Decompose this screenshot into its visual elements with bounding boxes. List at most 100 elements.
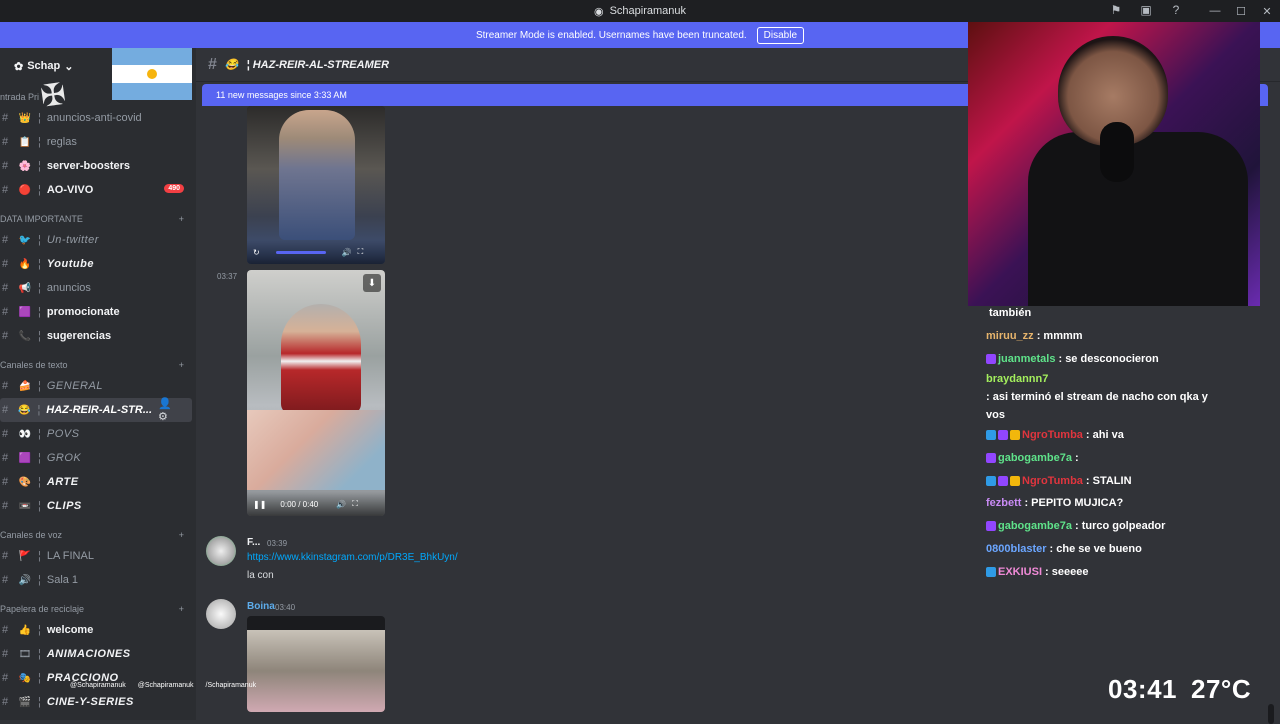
chat-badge-icon [998,430,1008,441]
chat-text: : [1074,452,1079,465]
hash-icon: # [2,282,9,294]
chat-badge-icon [986,475,996,486]
sidebar-item-povs[interactable]: # 👀 ¦ POVS [0,422,196,446]
category-label: ntrada Pri [0,92,40,102]
sidebar-item-label: GENERAL [46,380,103,392]
volume-icon[interactable]: 🔊 [336,500,346,509]
message-text: la con [247,570,274,581]
separator: ¦ [38,112,41,124]
flag-icon[interactable]: ⚑ [1108,2,1124,18]
chat-text: también [989,307,1032,320]
chat-message: también [986,302,1214,325]
chat-text: : turco golpeador [1074,520,1166,533]
inbox-icon[interactable]: ▣ [1138,2,1154,18]
add-channel-icon[interactable]: + [179,530,184,540]
chat-text: : seeeee [1045,565,1089,578]
separator: ¦ [38,624,41,636]
sidebar-item-sugerencias[interactable]: # 📞 ¦ sugerencias [0,324,196,348]
chat-username: EXKIUSI [998,565,1043,578]
sidebar-item-un-twitter[interactable]: # 🐦 ¦ Un-twitter [0,228,196,252]
disable-button[interactable]: Disable [756,26,805,44]
minimize-icon[interactable]: — [1202,0,1228,22]
chat-message: gabogambe7a: turco golpeador [986,515,1214,538]
server-icon: ✿ [14,60,24,73]
sidebar-item-label: sugerencias [46,330,112,342]
video-attachment-3[interactable] [247,616,385,712]
webcam-feed [968,22,1260,306]
hash-icon: # [208,55,217,73]
fullscreen-icon[interactable]: ⛶ [352,499,358,509]
channel-sidebar: ✿ Schap ⌄ ✠ ntrada Pri # 👑 ¦ anuncios-anti-… [0,48,196,720]
category-importante[interactable]: DATA IMPORTANTE + [0,210,196,228]
video-attachment-2[interactable]: ⬇ ❚❚ 0:00 / 0:40 🔊 ⛶ [247,270,385,516]
hash-icon: # [2,404,9,416]
chat-username: braydannn7 [986,373,1049,386]
video-thumbnail [247,630,385,712]
video-progress[interactable] [275,250,326,254]
add-channel-icon[interactable]: + [179,360,184,370]
sidebar-item-anuncios-anti-covid[interactable]: # 👑 ¦ anuncios-anti-covid [0,106,196,130]
sidebar-item-label: GROK [46,452,82,464]
message-timestamp: 03:39 [267,539,288,548]
channel-emoji-icon: 👀 [18,428,32,440]
sidebar-item-grok[interactable]: # 🟪 ¦ GROK [0,446,196,470]
sidebar-item-general[interactable]: # 🍰 ¦ GENERAL [0,374,196,398]
gear-icon[interactable]: 👤 ⚙ [158,397,184,423]
sidebar-item-youtube[interactable]: # 🔥 ¦ Youtube [0,252,196,276]
close-icon[interactable]: ✕ [1254,0,1280,22]
sidebar-item-label: CLIPS [46,500,82,512]
channel-emoji-icon: 🔴 [18,184,32,196]
sidebar-item-la-final[interactable]: # 🚩 ¦ LA FINAL [0,544,196,568]
message-author[interactable]: F... [247,537,260,548]
volume-icon[interactable]: 🔊 [342,248,352,257]
clock-overlay: 03:41 27°C [1108,674,1251,705]
download-icon[interactable]: ⬇ [363,274,381,292]
video-attachment-1[interactable]: ↻ 🔊 ⛶ [247,106,385,264]
category-reciclaje[interactable]: Papelera de reciclaje + [0,600,196,618]
avatar[interactable] [206,599,236,629]
replay-icon[interactable]: ↻ [253,248,260,257]
sidebar-item-cine-y-series[interactable]: # 🎬 ¦ CINE-Y-SERIES [0,690,196,714]
channel-emoji-icon: 📢 [18,282,32,294]
separator: ¦ [38,648,41,660]
avatar[interactable] [206,536,236,566]
message-author[interactable]: Boina [247,601,275,612]
sidebar-item-haz-reir-al-str[interactable]: # 😂 ¦ HAZ-REIR-AL-STR... 👤 ⚙ [0,397,192,423]
sidebar-item-anuncios[interactable]: # 📢 ¦ anuncios [0,276,196,300]
sidebar-item-promocionate[interactable]: # 🟪 ¦ promocionate [0,300,196,324]
channel-emoji-icon: 👍 [18,624,32,636]
add-channel-icon[interactable]: + [179,214,184,224]
category-texto[interactable]: Canales de texto + [0,356,196,374]
window-title-group: ◉ Schapiramanuk [594,5,686,18]
channel-group-reciclaje: # 👍 ¦ welcome # 🎞 ¦ ANIMACIONES # 🎭 ¦ PRACCIONO # 🎬 ¦ C… [0,618,196,714]
category-voz[interactable]: Canales de voz + [0,526,196,544]
sidebar-item-server-boosters[interactable]: # 🌸 ¦ server-boosters [0,154,196,178]
chat-text: : mmmm [1036,330,1083,343]
sidebar-item-welcome[interactable]: # 👍 ¦ welcome [0,618,196,642]
sidebar-item-sala-1[interactable]: # 🔊 ¦ Sala 1 [0,568,196,592]
sidebar-item-reglas[interactable]: # 📋 ¦ reglas [0,130,196,154]
channel-emoji-icon: 📼 [18,500,32,512]
add-channel-icon[interactable]: + [179,604,184,614]
pause-icon[interactable]: ❚❚ [253,500,266,509]
sidebar-item-animaciones[interactable]: # 🎞 ¦ ANIMACIONES [0,642,196,666]
help-icon[interactable]: ? [1168,2,1184,18]
hash-icon: # [2,648,9,660]
sidebar-item-ao-vivo[interactable]: # 🔴 ¦ AO-VIVO 490 [0,178,196,202]
video-foreground [247,410,385,490]
fullscreen-icon[interactable]: ⛶ [358,247,364,257]
hash-icon: # [2,258,9,270]
separator: ¦ [38,672,41,684]
maximize-icon[interactable]: ☐ [1228,0,1254,22]
message-link[interactable]: https://www.kkinstagram.com/p/DR3E_BhkUy… [247,552,458,563]
sidebar-item-label: AO-VIVO [46,184,94,196]
channel-emoji-icon: 🎭 [18,672,32,684]
sidebar-item-clips[interactable]: # 📼 ¦ CLIPS [0,494,196,518]
category-label: DATA IMPORTANTE [0,214,83,224]
window-controls: — ☐ ✕ [1202,0,1280,22]
sidebar-item-arte[interactable]: # 🎨 ¦ ARTE [0,470,196,494]
sidebar-item-label: promocionate [46,306,120,318]
title-bar: ◉ Schapiramanuk ⚑ ▣ ? — ☐ ✕ [0,0,1280,22]
chat-message: 0800blaster: che se ve bueno [986,538,1214,561]
streamer-mode-text: Streamer Mode is enabled. Usernames have… [475,29,747,41]
